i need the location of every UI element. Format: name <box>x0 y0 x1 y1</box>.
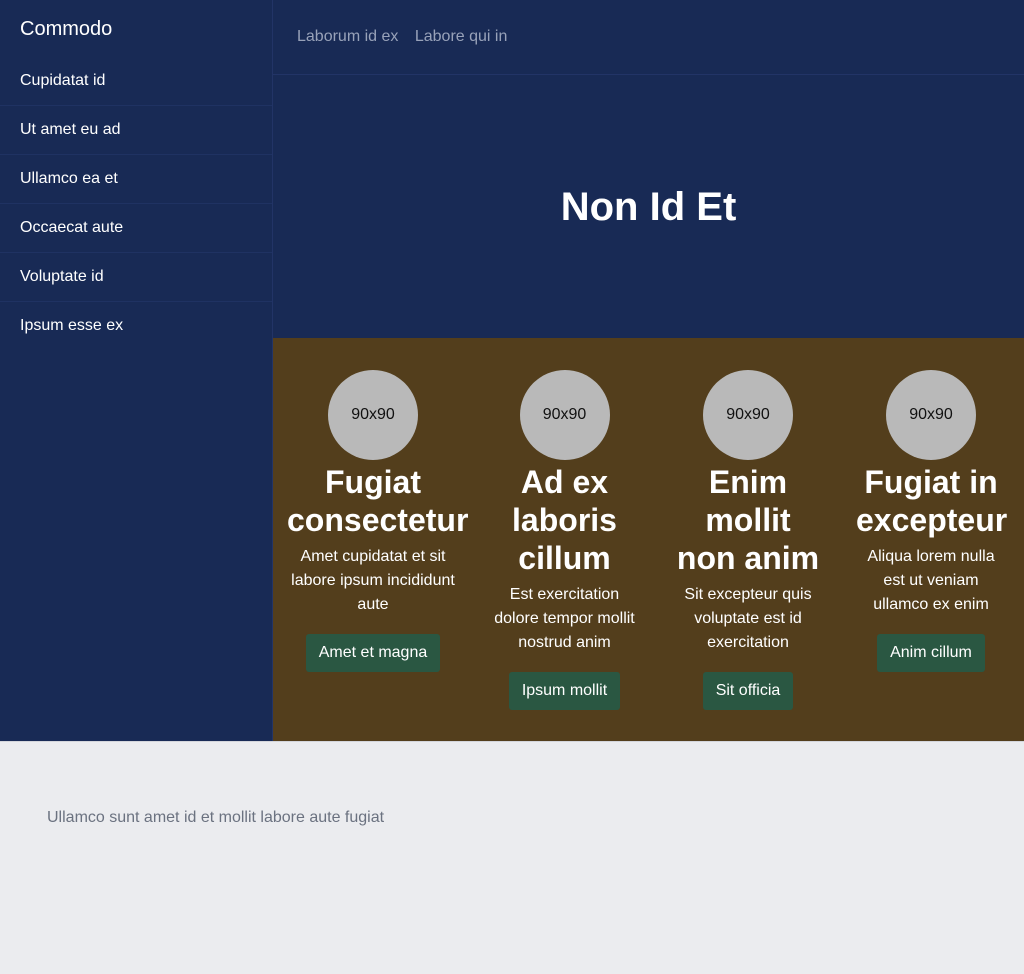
feature-card: 90x90 Fugiat consectetur Amet cupidatat … <box>287 370 469 672</box>
sidebar-item-occaecat-aute[interactable]: Occaecat aute <box>0 204 272 253</box>
feature-card: 90x90 Enim mollit non anim Sit excepteur… <box>674 370 822 710</box>
sidebar-item-ut-amet-eu-ad[interactable]: Ut amet eu ad <box>0 106 272 155</box>
feature-title: Fugiat consectetur <box>287 464 469 538</box>
sidebar-item-voluptate-id[interactable]: Voluptate id <box>0 253 272 302</box>
brand-title[interactable]: Commodo <box>0 0 272 57</box>
footer: Ullamco sunt amet id et mollit labore au… <box>0 741 1024 974</box>
hero-section: Non Id Et <box>273 75 1024 338</box>
sidebar-item-ullamco-ea-et[interactable]: Ullamco ea et <box>0 155 272 204</box>
feature-text: Sit excepteur quis voluptate est id exer… <box>684 586 812 651</box>
avatar-placeholder: 90x90 <box>519 370 610 460</box>
feature-card: 90x90 Ad ex laboris cillum Est exercitat… <box>487 370 642 710</box>
feature-button[interactable]: Ipsum mollit <box>508 672 621 710</box>
nav-link-labore-qui-in[interactable]: Labore qui in <box>415 28 508 45</box>
feature-text: Amet cupidatat et sit labore ipsum incid… <box>291 548 455 613</box>
feature-title: Fugiat in excepteur <box>856 464 1008 538</box>
feature-text: Est exercitation dolore tempor mollit no… <box>494 586 635 651</box>
feature-button[interactable]: Anim cillum <box>877 634 985 672</box>
top-nav: Laborum id ex Labore qui in <box>273 0 1024 75</box>
sidebar-item-cupidatat-id[interactable]: Cupidatat id <box>0 57 272 106</box>
hero-title: Non Id Et <box>560 185 737 229</box>
avatar-placeholder: 90x90 <box>886 370 976 460</box>
nav-link-laborum-id-ex[interactable]: Laborum id ex <box>297 28 398 45</box>
feature-text: Aliqua lorem nulla est ut veniam ullamco… <box>867 548 995 613</box>
feature-title: Ad ex laboris cillum <box>512 464 617 576</box>
features-section: 90x90 Fugiat consectetur Amet cupidatat … <box>273 338 1024 741</box>
footer-text: Ullamco sunt amet id et mollit labore au… <box>47 809 385 826</box>
feature-card: 90x90 Fugiat in excepteur Aliqua lorem n… <box>856 370 1008 672</box>
sidebar: Commodo Cupidatat id Ut amet eu ad Ullam… <box>0 0 273 741</box>
avatar-placeholder: 90x90 <box>328 370 418 460</box>
feature-button[interactable]: Sit officia <box>702 672 794 710</box>
feature-title: Enim mollit non anim <box>676 464 820 576</box>
avatar-placeholder: 90x90 <box>703 370 793 460</box>
sidebar-item-ipsum-esse-ex[interactable]: Ipsum esse ex <box>0 302 272 351</box>
feature-button[interactable]: Amet et magna <box>305 634 441 672</box>
